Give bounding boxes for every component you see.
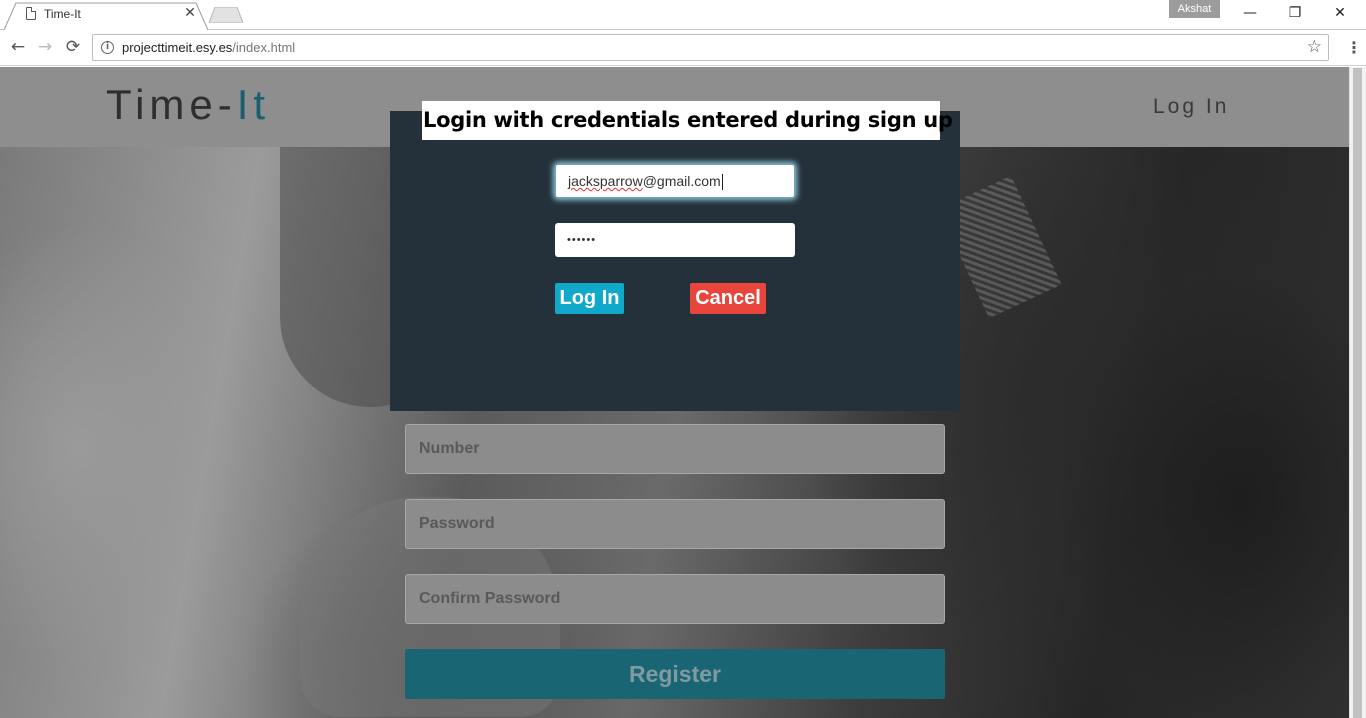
instruction-caption: Login with credentials entered during si… [422, 101, 953, 140]
back-icon[interactable]: ← [8, 37, 28, 57]
email-input[interactable]: jacksparrow@gmail.com [555, 164, 795, 198]
password-input[interactable]: •••••• [555, 223, 795, 257]
forward-icon[interactable]: → [35, 37, 55, 57]
reload-icon[interactable]: ⟳ [63, 37, 83, 57]
password-field[interactable]: Password [405, 499, 945, 549]
header-login-link[interactable]: Log In [1153, 95, 1229, 119]
browser-tab-strip: Time-It ✕ Akshat — ❐ ✕ [0, 0, 1366, 30]
browser-menu-icon[interactable]: ⋮ [1346, 38, 1362, 58]
logo-main: Time- [106, 81, 237, 128]
url-text: projecttimeit.esy.es/index.html [122, 40, 295, 55]
profile-button[interactable]: Akshat [1169, 0, 1220, 18]
login-modal [390, 111, 960, 411]
site-info-icon[interactable]: i [101, 41, 114, 54]
confirm-password-field[interactable]: Confirm Password [405, 574, 945, 624]
minimize-icon[interactable]: — [1240, 4, 1260, 22]
number-field[interactable]: Number [405, 424, 945, 474]
logo-accent: It [236, 81, 271, 128]
cancel-button[interactable]: Cancel [690, 283, 766, 314]
new-tab-button[interactable] [209, 7, 243, 23]
text-caret [721, 174, 723, 191]
login-button[interactable]: Log In [555, 283, 624, 314]
scrollbar-thumb[interactable] [1353, 68, 1362, 718]
restore-icon[interactable]: ❐ [1285, 4, 1305, 22]
tab-title: Time-It [44, 7, 81, 21]
site-logo[interactable]: Time-It [106, 81, 270, 129]
register-button[interactable]: Register [405, 649, 945, 699]
bookmark-star-icon[interactable]: ☆ [1307, 37, 1322, 57]
page-icon [26, 7, 36, 20]
email-value-domain: @gmail.com [642, 173, 721, 189]
url-host: projecttimeit.esy.es [122, 40, 233, 55]
browser-toolbar: ← → ⟳ i projecttimeit.esy.es/index.html … [0, 30, 1366, 66]
url-path: /index.html [232, 40, 296, 55]
email-value-misspelled: jacksparrow [568, 173, 643, 189]
address-bar[interactable]: i projecttimeit.esy.es/index.html ☆ [92, 34, 1329, 61]
close-window-icon[interactable]: ✕ [1330, 4, 1350, 22]
close-tab-icon[interactable]: ✕ [183, 6, 197, 20]
